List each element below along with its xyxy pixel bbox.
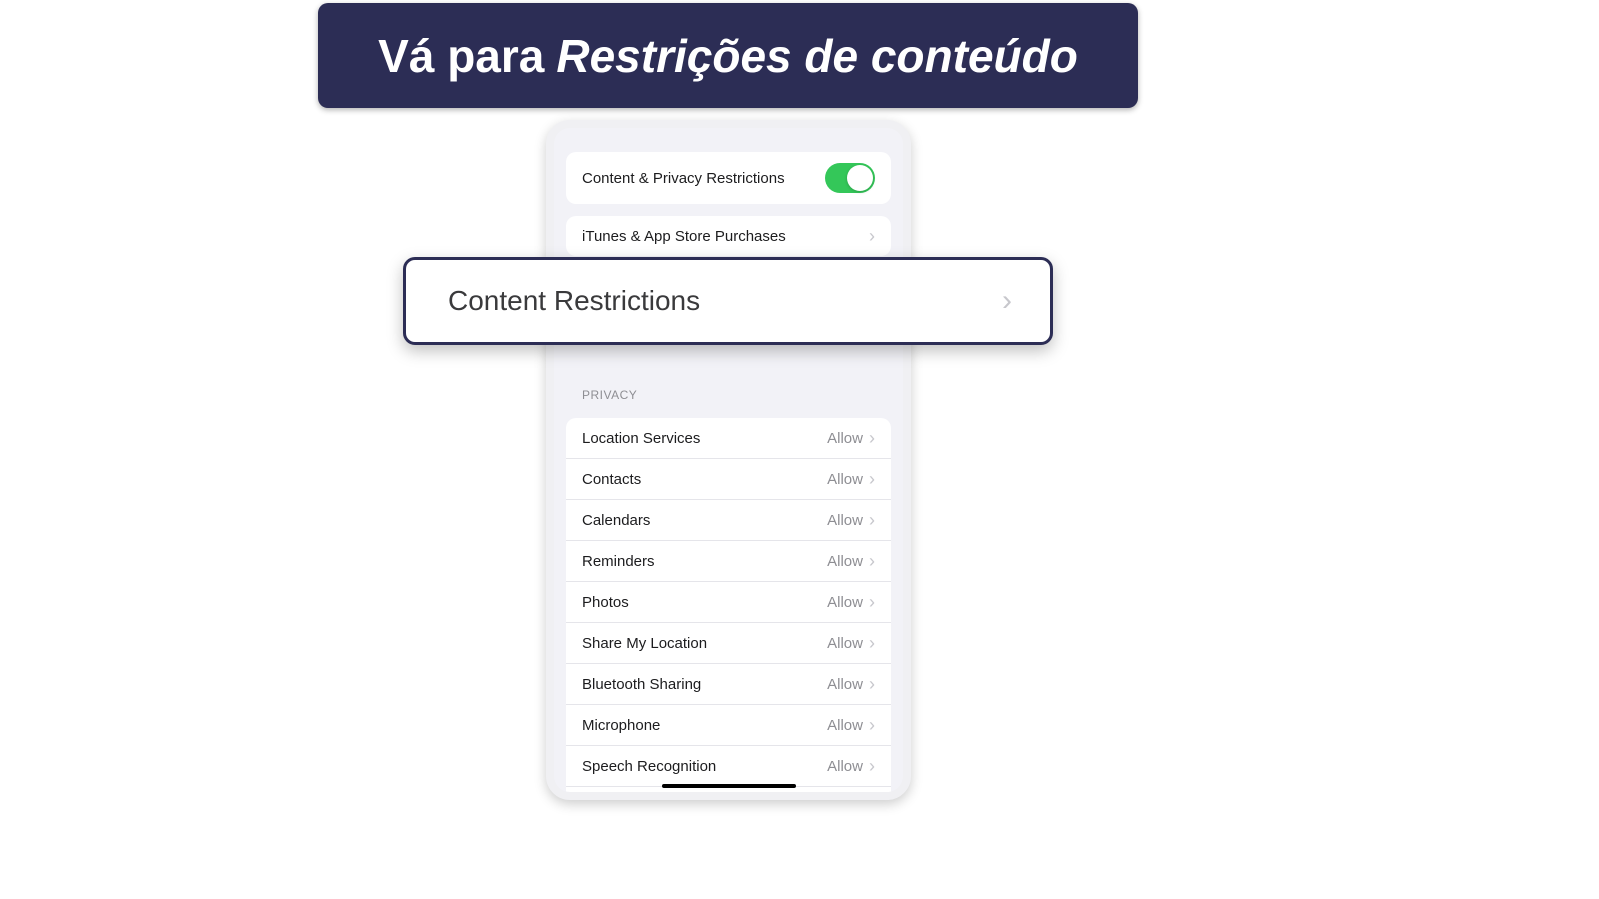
chevron-right-icon: › xyxy=(869,552,875,570)
speech-recognition-row[interactable]: Speech Recognition Allow › xyxy=(566,746,891,787)
row-value: Allow xyxy=(827,758,863,775)
row-label: Apple Advertising xyxy=(582,799,827,801)
chevron-right-icon: › xyxy=(869,227,875,245)
row-label: Speech Recognition xyxy=(582,758,827,775)
banner-emphasis: Restrições de conteúdo xyxy=(556,29,1077,83)
chevron-right-icon: › xyxy=(869,593,875,611)
chevron-right-icon: › xyxy=(1002,284,1012,318)
share-my-location-row[interactable]: Share My Location Allow › xyxy=(566,623,891,664)
privacy-section-header: PRIVACY xyxy=(554,382,903,406)
photos-row[interactable]: Photos Allow › xyxy=(566,582,891,623)
itunes-appstore-row[interactable]: iTunes & App Store Purchases › xyxy=(566,216,891,256)
row-label: Reminders xyxy=(582,553,827,570)
row-value: Allow xyxy=(827,471,863,488)
row-label: Bluetooth Sharing xyxy=(582,676,827,693)
apple-advertising-row[interactable]: Apple Advertising Allow › xyxy=(566,787,891,800)
row-value: Allow xyxy=(827,512,863,529)
purchases-section: iTunes & App Store Purchases › xyxy=(566,216,891,256)
toggle-label: Content & Privacy Restrictions xyxy=(582,170,825,187)
banner-prefix: Vá para xyxy=(378,29,544,83)
main-toggle-section: Content & Privacy Restrictions xyxy=(566,152,891,204)
chevron-right-icon: › xyxy=(869,716,875,734)
row-label: Location Services xyxy=(582,430,827,447)
row-label: Share My Location xyxy=(582,635,827,652)
microphone-row[interactable]: Microphone Allow › xyxy=(566,705,891,746)
row-value: Allow xyxy=(827,553,863,570)
location-services-row[interactable]: Location Services Allow › xyxy=(566,418,891,459)
content-privacy-restrictions-row[interactable]: Content & Privacy Restrictions xyxy=(566,152,891,204)
row-value: Allow xyxy=(827,799,863,801)
chevron-right-icon: › xyxy=(869,675,875,693)
phone-frame: Content & Privacy Restrictions iTunes & … xyxy=(546,120,911,800)
privacy-section: Location Services Allow › Contacts Allow… xyxy=(566,418,891,800)
contacts-row[interactable]: Contacts Allow › xyxy=(566,459,891,500)
row-label: Contacts xyxy=(582,471,827,488)
chevron-right-icon: › xyxy=(869,511,875,529)
row-label: Photos xyxy=(582,594,827,611)
content-restrictions-callout[interactable]: Content Restrictions › xyxy=(403,257,1053,345)
chevron-right-icon: › xyxy=(869,634,875,652)
toggle-switch-on[interactable] xyxy=(825,163,875,193)
row-value: Allow xyxy=(827,635,863,652)
chevron-right-icon: › xyxy=(869,429,875,447)
home-indicator xyxy=(662,784,796,788)
chevron-right-icon: › xyxy=(869,798,875,800)
row-value: Allow xyxy=(827,594,863,611)
row-value: Allow xyxy=(827,430,863,447)
bluetooth-sharing-row[interactable]: Bluetooth Sharing Allow › xyxy=(566,664,891,705)
calendars-row[interactable]: Calendars Allow › xyxy=(566,500,891,541)
chevron-right-icon: › xyxy=(869,470,875,488)
row-value: Allow xyxy=(827,717,863,734)
chevron-right-icon: › xyxy=(869,757,875,775)
row-value: Allow xyxy=(827,676,863,693)
instruction-banner: Vá para Restrições de conteúdo xyxy=(318,3,1138,108)
reminders-row[interactable]: Reminders Allow › xyxy=(566,541,891,582)
row-label: Calendars xyxy=(582,512,827,529)
row-label: Microphone xyxy=(582,717,827,734)
callout-label: Content Restrictions xyxy=(448,285,700,317)
row-label: iTunes & App Store Purchases xyxy=(582,228,869,245)
